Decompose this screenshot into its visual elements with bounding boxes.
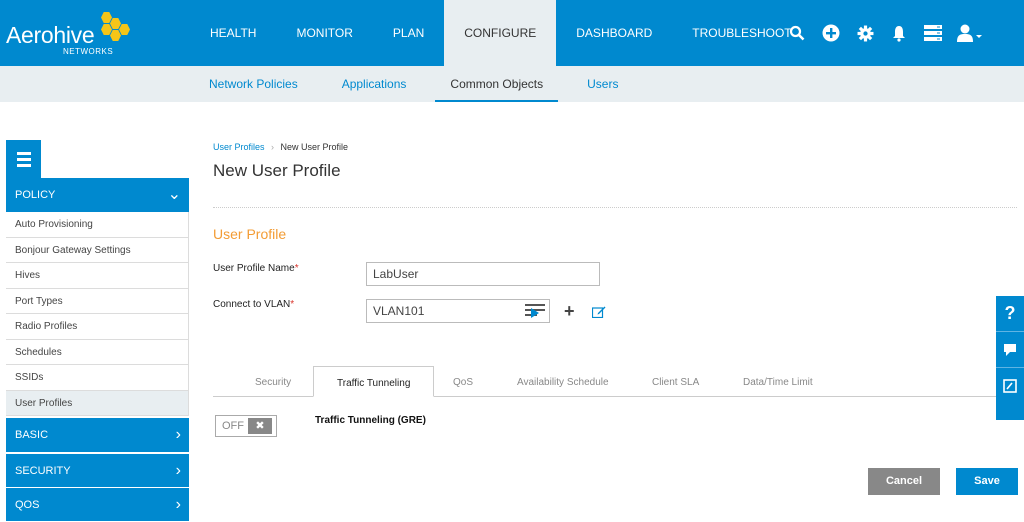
- page-title: New User Profile: [213, 161, 341, 180]
- logo-text: Aerohive: [6, 22, 95, 48]
- chevron-down-icon: ⌄: [167, 186, 181, 203]
- vlan-label-text: Connect to VLAN: [213, 299, 291, 310]
- required-mark: *: [294, 263, 299, 274]
- logo-subtext: NETWORKS: [63, 47, 114, 56]
- help-sidebar: ?: [996, 296, 1024, 420]
- sidebar-item-radio-profiles[interactable]: Radio Profiles: [6, 314, 189, 340]
- vlan-label: Connect to VLAN*: [213, 299, 294, 310]
- sub-nav-bar: Network Policies Applications Common Obj…: [0, 66, 1024, 102]
- vlan-select[interactable]: VLAN101: [366, 299, 550, 323]
- note-icon[interactable]: [996, 368, 1024, 404]
- tab-strip: Security Traffic Tunneling QoS Availabil…: [213, 366, 1017, 397]
- section-title: User Profile: [213, 226, 287, 242]
- required-mark: *: [290, 299, 295, 310]
- sidebar-item-schedules[interactable]: Schedules: [6, 339, 189, 365]
- breadcrumb: User Profiles › New User Profile: [213, 142, 348, 152]
- server-icon[interactable]: [916, 16, 950, 50]
- toggle-state: OFF: [222, 420, 244, 432]
- sidebar-section-label: QOS: [15, 499, 40, 511]
- breadcrumb-separator: ›: [271, 142, 275, 152]
- nav-plan[interactable]: PLAN: [373, 0, 444, 66]
- search-icon[interactable]: [780, 16, 814, 50]
- add-vlan-icon[interactable]: +: [564, 301, 575, 322]
- tab-traffic-tunneling[interactable]: Traffic Tunneling: [313, 366, 435, 397]
- tab-client-sla[interactable]: Client SLA: [652, 366, 699, 397]
- edit-vlan-icon[interactable]: [591, 305, 606, 319]
- sidebar-section-label: SECURITY: [15, 465, 71, 477]
- chevron-right-icon: ›: [175, 462, 181, 479]
- sidebar-item-ssids[interactable]: SSIDs: [6, 365, 189, 391]
- breadcrumb-link[interactable]: User Profiles: [213, 142, 265, 152]
- traffic-tunneling-toggle[interactable]: OFF ✖: [215, 415, 277, 437]
- logo-hex-icon: [101, 12, 112, 23]
- nav-monitor[interactable]: MONITOR: [276, 0, 372, 66]
- subnav-common-objects[interactable]: Common Objects: [435, 66, 559, 102]
- close-icon: ✖: [248, 418, 272, 434]
- chevron-right-icon: ›: [175, 496, 181, 513]
- logo-hex-icon: [110, 30, 121, 41]
- main-nav: HEALTH MONITOR PLAN CONFIGURE DASHBOARD …: [190, 0, 812, 66]
- nav-health[interactable]: HEALTH: [190, 0, 276, 66]
- aerohive-logo[interactable]: Aerohive NETWORKS: [6, 12, 136, 57]
- list-picker-icon[interactable]: [525, 303, 545, 319]
- name-label-text: User Profile Name: [213, 263, 295, 274]
- sidebar-section-policy[interactable]: POLICY ⌄: [6, 178, 189, 212]
- breadcrumb-current: New User Profile: [280, 142, 349, 152]
- sidebar-item-port-types[interactable]: Port Types: [6, 288, 189, 314]
- sidebar-section-basic[interactable]: BASIC ›: [6, 418, 189, 452]
- sub-nav: Network Policies Applications Common Obj…: [194, 66, 633, 102]
- sidebar-section-qos[interactable]: QOS ›: [6, 487, 189, 521]
- cancel-button[interactable]: Cancel: [868, 468, 940, 495]
- divider: [213, 207, 1017, 208]
- subnav-applications[interactable]: Applications: [327, 66, 422, 102]
- header-icons: [780, 0, 990, 66]
- subnav-network-policies[interactable]: Network Policies: [194, 66, 313, 102]
- logo-hex-icon: [119, 24, 130, 35]
- top-nav-bar: Aerohive NETWORKS HEALTH MONITOR PLAN CO…: [0, 0, 1024, 66]
- subnav-users[interactable]: Users: [572, 66, 633, 102]
- sidebar-section-label: BASIC: [15, 429, 49, 441]
- name-label: User Profile Name*: [213, 263, 299, 274]
- tab-data-time-limit[interactable]: Data/Time Limit: [743, 366, 813, 397]
- bell-icon[interactable]: [882, 16, 916, 50]
- tab-availability-schedule[interactable]: Availability Schedule: [517, 366, 609, 397]
- logo-hex-icon: [101, 24, 112, 35]
- logo-hex-icon: [110, 18, 121, 29]
- nav-configure[interactable]: CONFIGURE: [444, 0, 557, 66]
- help-icon[interactable]: ?: [996, 296, 1024, 332]
- add-icon[interactable]: [814, 16, 848, 50]
- profile-name-input[interactable]: LabUser: [366, 262, 600, 286]
- menu-toggle-icon[interactable]: [6, 140, 41, 178]
- sidebar-item-auto-provisioning[interactable]: Auto Provisioning: [6, 212, 189, 238]
- toggle-label: Traffic Tunneling (GRE): [315, 415, 426, 426]
- sidebar-item-user-profiles[interactable]: User Profiles: [6, 390, 189, 416]
- save-button[interactable]: Save: [956, 468, 1018, 495]
- chevron-right-icon: ›: [175, 426, 181, 443]
- sidebar-section-label: POLICY: [15, 189, 56, 201]
- user-icon[interactable]: [950, 16, 990, 50]
- sidebar-section-security[interactable]: SECURITY ›: [6, 453, 189, 487]
- tab-qos[interactable]: QoS: [453, 366, 473, 397]
- feedback-icon[interactable]: [996, 332, 1024, 368]
- nav-dashboard[interactable]: DASHBOARD: [556, 0, 672, 66]
- vlan-value: VLAN101: [373, 304, 425, 318]
- sidebar-item-bonjour-gateway[interactable]: Bonjour Gateway Settings: [6, 237, 189, 263]
- sidebar-item-hives[interactable]: Hives: [6, 263, 189, 289]
- tab-security[interactable]: Security: [255, 366, 291, 397]
- help-text: ?: [1004, 303, 1016, 323]
- gear-icon[interactable]: [848, 16, 882, 50]
